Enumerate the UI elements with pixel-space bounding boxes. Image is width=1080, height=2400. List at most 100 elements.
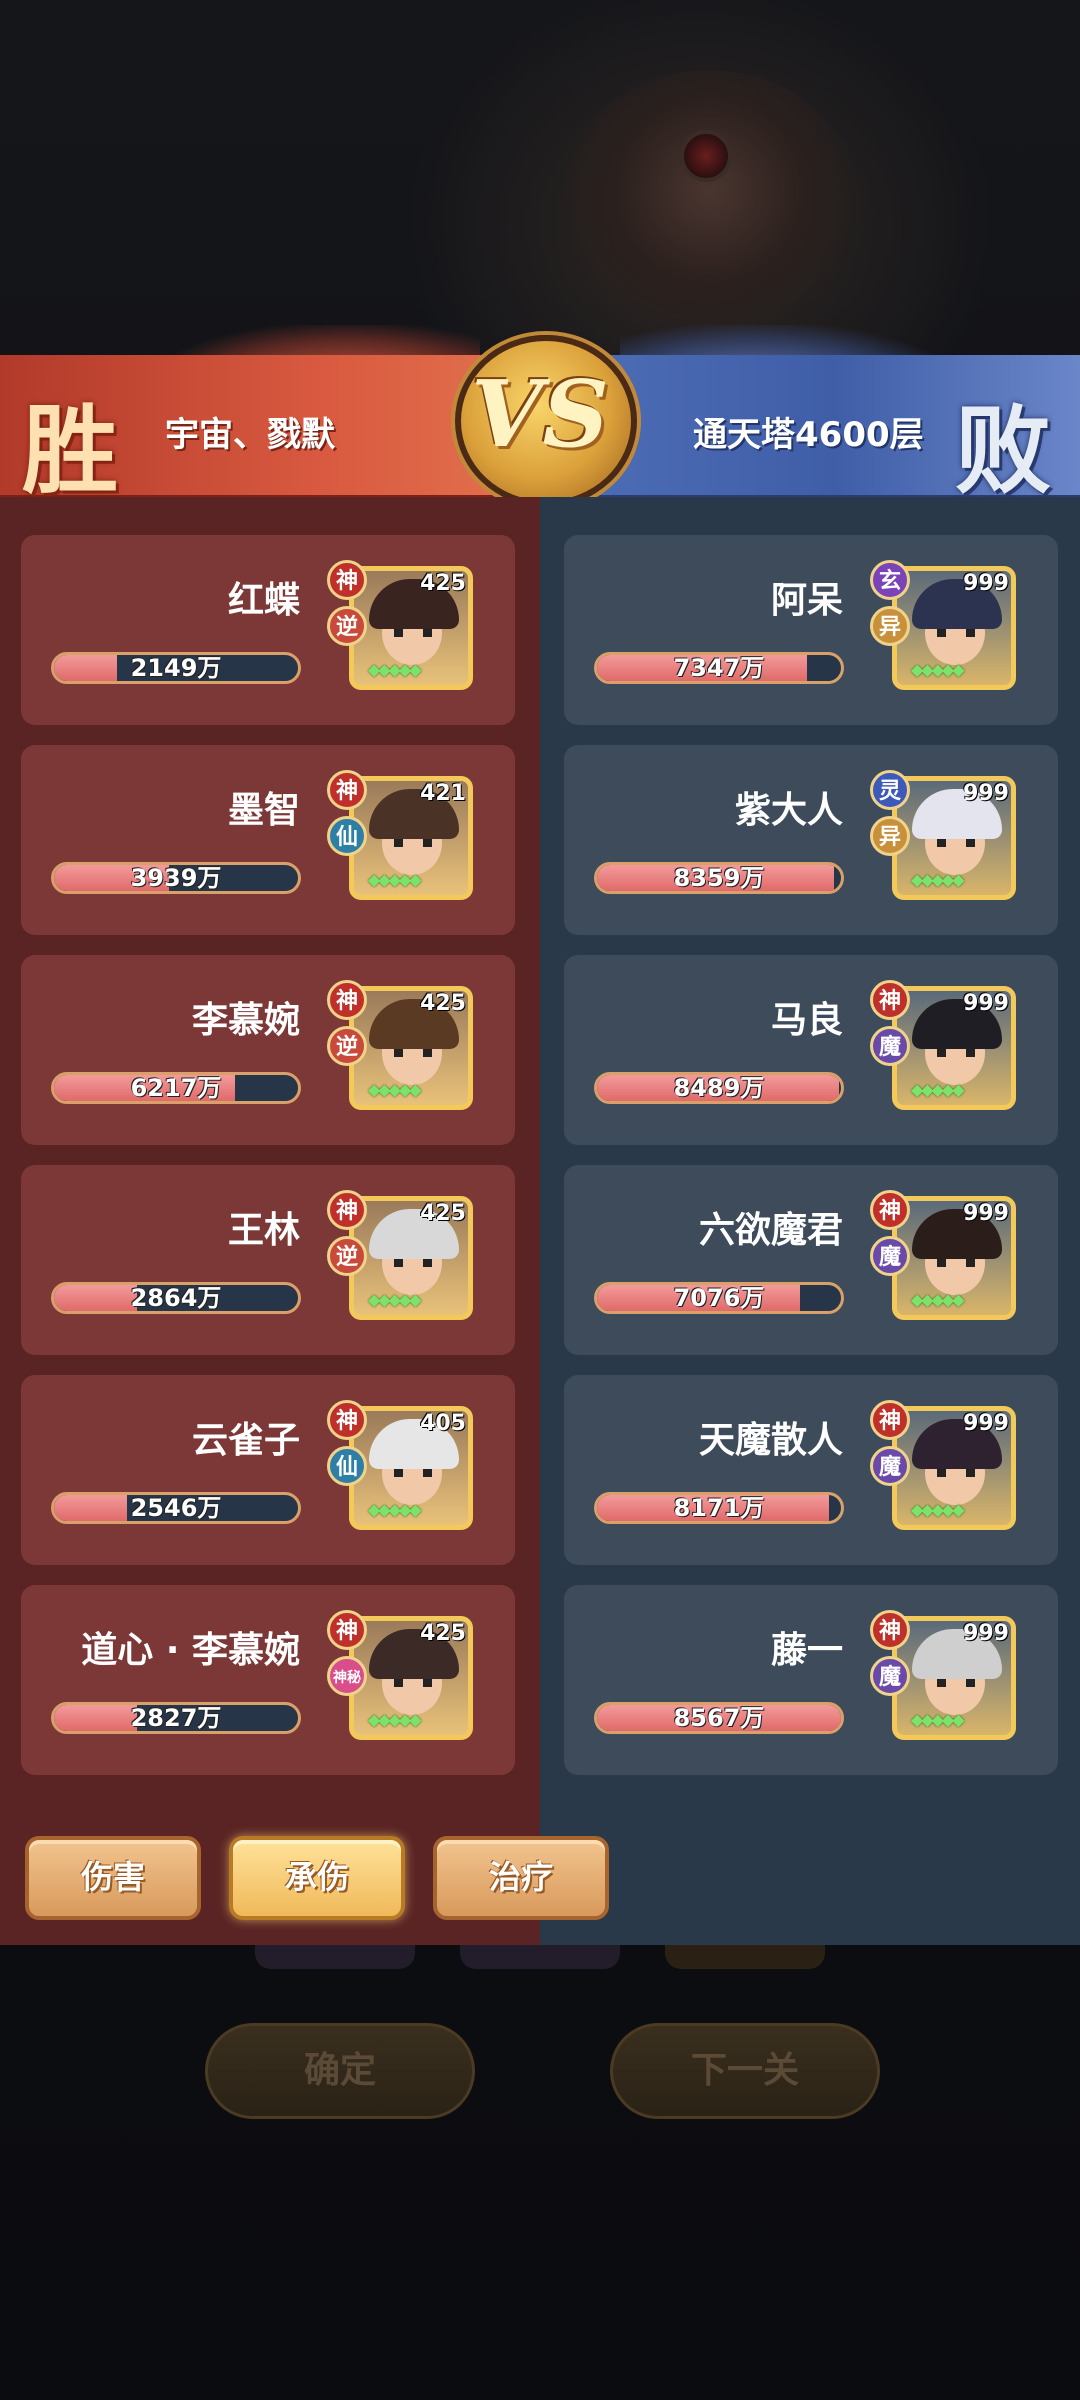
hero-name: 云雀子 [191, 1420, 300, 1461]
right-hero-card[interactable]: 藤一 8567万 999 ◆◆◆◆◆ 神魔 [564, 1585, 1058, 1775]
rarity-badge-icon: 神 [870, 1610, 910, 1650]
hero-level: 421 [420, 781, 466, 806]
left-hero-card[interactable]: 王林 2864万 425 ◆◆◆◆◆ 神逆 [21, 1165, 515, 1355]
left-hero-card[interactable]: 云雀子 2546万 405 ◆◆◆◆◆ 神仙 [21, 1375, 515, 1565]
hero-portrait[interactable]: 425 ◆◆◆◆◆ [349, 566, 473, 690]
star-rank-icon: ◆◆◆◆◆ [368, 1710, 422, 1729]
background-stub [460, 1945, 620, 1969]
hero-portrait[interactable]: 999 ◆◆◆◆◆ [892, 1616, 1016, 1740]
stat-value: 2827万 [130, 1704, 222, 1732]
stat-value: 7347万 [673, 654, 765, 682]
hero-portrait[interactable]: 999 ◆◆◆◆◆ [892, 986, 1016, 1110]
right-hero-card[interactable]: 马良 8489万 999 ◆◆◆◆◆ 神魔 [564, 955, 1058, 1145]
right-hero-card[interactable]: 天魔散人 8171万 999 ◆◆◆◆◆ 神魔 [564, 1375, 1058, 1565]
faction-badge-icon: 逆 [327, 606, 367, 646]
faction-badge-icon: 魔 [870, 1446, 910, 1486]
rarity-badge-icon: 神 [327, 980, 367, 1020]
hero-level: 999 [963, 781, 1009, 806]
lose-label: 败 [955, 394, 1051, 507]
hero-name: 红蝶 [227, 580, 300, 621]
hero-portrait[interactable]: 405 ◆◆◆◆◆ [349, 1406, 473, 1530]
rarity-badge-icon: 神 [327, 770, 367, 810]
portrait-eyes [937, 629, 975, 637]
stat-value: 2864万 [130, 1284, 222, 1312]
next-level-button[interactable]: 下一关 [610, 2023, 880, 2119]
hero-portrait[interactable]: 999 ◆◆◆◆◆ [892, 566, 1016, 690]
left-hero-card[interactable]: 道心 · 李慕婉 2827万 425 ◆◆◆◆◆ 神神秘 [21, 1585, 515, 1775]
hero-portrait[interactable]: 425 ◆◆◆◆◆ [349, 986, 473, 1110]
faction-badge-icon: 异 [870, 606, 910, 646]
right-hero-card[interactable]: 阿呆 7347万 999 ◆◆◆◆◆ 玄异 [564, 535, 1058, 725]
stat-bar: 2149万 [51, 652, 301, 684]
portrait-eyes [937, 1469, 975, 1477]
tab-healing[interactable]: 治疗 [433, 1836, 609, 1920]
hero-level: 425 [420, 571, 466, 596]
hero-portrait[interactable]: 999 ◆◆◆◆◆ [892, 1406, 1016, 1530]
rarity-badge-icon: 玄 [870, 560, 910, 600]
confirm-button[interactable]: 确定 [205, 2023, 475, 2119]
hero-name: 李慕婉 [191, 1000, 300, 1041]
tower-emblem [560, 70, 860, 340]
hero-name: 马良 [770, 1000, 843, 1041]
right-hero-card[interactable]: 紫大人 8359万 999 ◆◆◆◆◆ 灵异 [564, 745, 1058, 935]
star-rank-icon: ◆◆◆◆◆ [911, 660, 965, 679]
rarity-badge-icon: 神 [870, 1190, 910, 1230]
rarity-badge-icon: 神 [327, 1190, 367, 1230]
star-rank-icon: ◆◆◆◆◆ [911, 1290, 965, 1309]
hero-level: 425 [420, 1201, 466, 1226]
stat-value: 6217万 [130, 1074, 222, 1102]
hero-name: 天魔散人 [698, 1420, 843, 1461]
rarity-badge-icon: 神 [870, 980, 910, 1020]
hero-portrait[interactable]: 999 ◆◆◆◆◆ [892, 776, 1016, 900]
hero-name: 六欲魔君 [698, 1210, 843, 1251]
stat-value: 3939万 [130, 864, 222, 892]
faction-badge-icon: 魔 [870, 1656, 910, 1696]
hero-name: 藤一 [770, 1630, 843, 1671]
star-rank-icon: ◆◆◆◆◆ [368, 1500, 422, 1519]
stat-value: 2546万 [130, 1494, 222, 1522]
emblem-gem-icon [680, 130, 732, 182]
hero-level: 999 [963, 571, 1009, 596]
faction-badge-icon: 异 [870, 816, 910, 856]
portrait-eyes [937, 1049, 975, 1057]
stat-bar: 2546万 [51, 1492, 301, 1524]
portrait-eyes [394, 1259, 432, 1267]
hero-level: 405 [420, 1411, 466, 1436]
stat-bar: 7076万 [594, 1282, 844, 1314]
stat-bar: 8567万 [594, 1702, 844, 1734]
stat-bar: 8359万 [594, 862, 844, 894]
hero-name: 紫大人 [734, 790, 843, 831]
portrait-eyes [937, 1679, 975, 1687]
star-rank-icon: ◆◆◆◆◆ [911, 1080, 965, 1099]
stat-bar: 2864万 [51, 1282, 301, 1314]
hero-portrait[interactable]: 421 ◆◆◆◆◆ [349, 776, 473, 900]
hero-name: 墨智 [227, 790, 300, 831]
hero-portrait[interactable]: 425 ◆◆◆◆◆ [349, 1196, 473, 1320]
left-hero-card[interactable]: 红蝶 2149万 425 ◆◆◆◆◆ 神逆 [21, 535, 515, 725]
portrait-eyes [394, 1679, 432, 1687]
hero-portrait[interactable]: 999 ◆◆◆◆◆ [892, 1196, 1016, 1320]
hero-level: 999 [963, 1621, 1009, 1646]
faction-badge-icon: 神秘 [327, 1656, 367, 1696]
stat-bar: 6217万 [51, 1072, 301, 1104]
star-rank-icon: ◆◆◆◆◆ [368, 1290, 422, 1309]
left-hero-card[interactable]: 墨智 3939万 421 ◆◆◆◆◆ 神仙 [21, 745, 515, 935]
hero-name: 阿呆 [770, 580, 843, 621]
hero-level: 425 [420, 991, 466, 1016]
faction-badge-icon: 逆 [327, 1236, 367, 1276]
hero-level: 999 [963, 991, 1009, 1016]
hero-level: 999 [963, 1201, 1009, 1226]
left-hero-card[interactable]: 李慕婉 6217万 425 ◆◆◆◆◆ 神逆 [21, 955, 515, 1145]
background-stub [255, 1945, 415, 1969]
stat-value: 8359万 [673, 864, 765, 892]
stat-value: 8171万 [673, 1494, 765, 1522]
hero-name: 王林 [227, 1210, 300, 1251]
win-label: 胜 [22, 394, 118, 507]
right-hero-card[interactable]: 六欲魔君 7076万 999 ◆◆◆◆◆ 神魔 [564, 1165, 1058, 1355]
stat-value: 8489万 [673, 1074, 765, 1102]
tab-damage[interactable]: 伤害 [25, 1836, 201, 1920]
hero-portrait[interactable]: 425 ◆◆◆◆◆ [349, 1616, 473, 1740]
star-rank-icon: ◆◆◆◆◆ [911, 1500, 965, 1519]
star-rank-icon: ◆◆◆◆◆ [911, 1710, 965, 1729]
tab-damage-taken[interactable]: 承伤 [229, 1836, 405, 1920]
